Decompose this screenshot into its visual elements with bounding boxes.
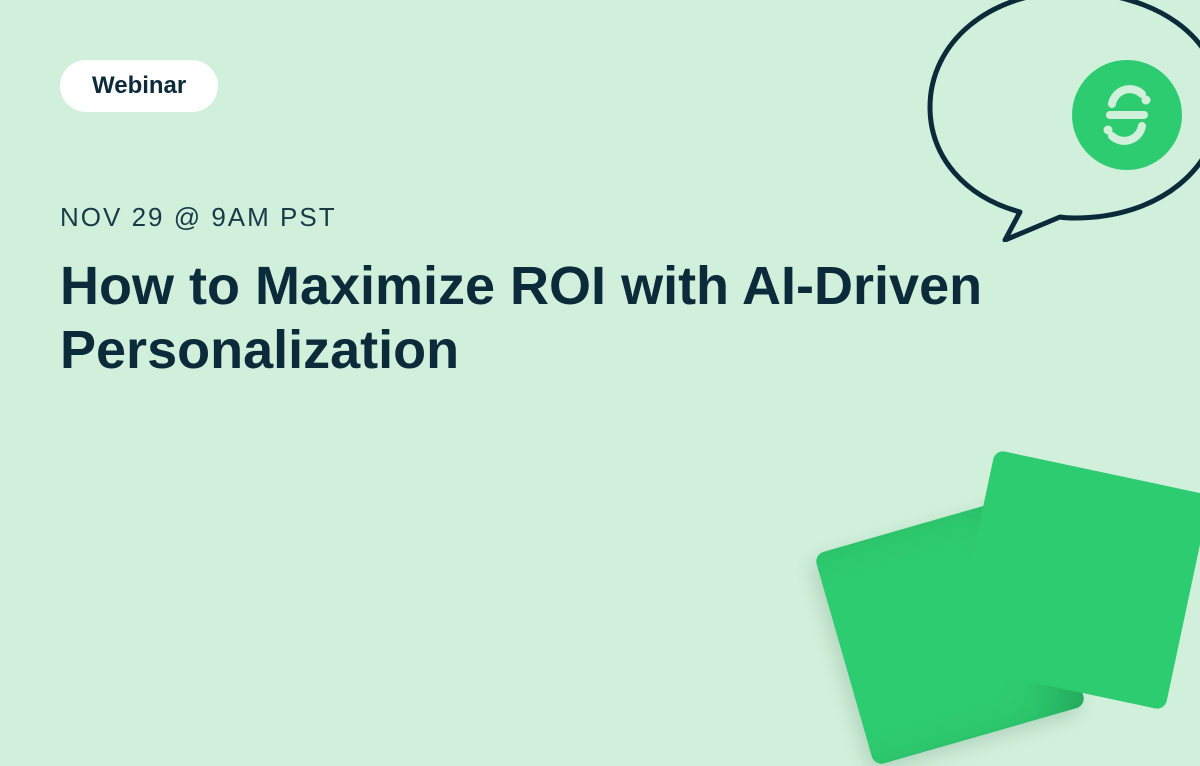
brand-logo-icon <box>1072 60 1182 170</box>
category-badge: Webinar <box>60 60 218 112</box>
decorative-square-front-icon <box>950 450 1200 711</box>
event-datetime: NOV 29 @ 9AM PST <box>60 202 1020 233</box>
event-title: How to Maximize ROI with AI-Driven Perso… <box>60 255 1020 382</box>
content-area: Webinar NOV 29 @ 9AM PST How to Maximize… <box>60 60 1020 382</box>
